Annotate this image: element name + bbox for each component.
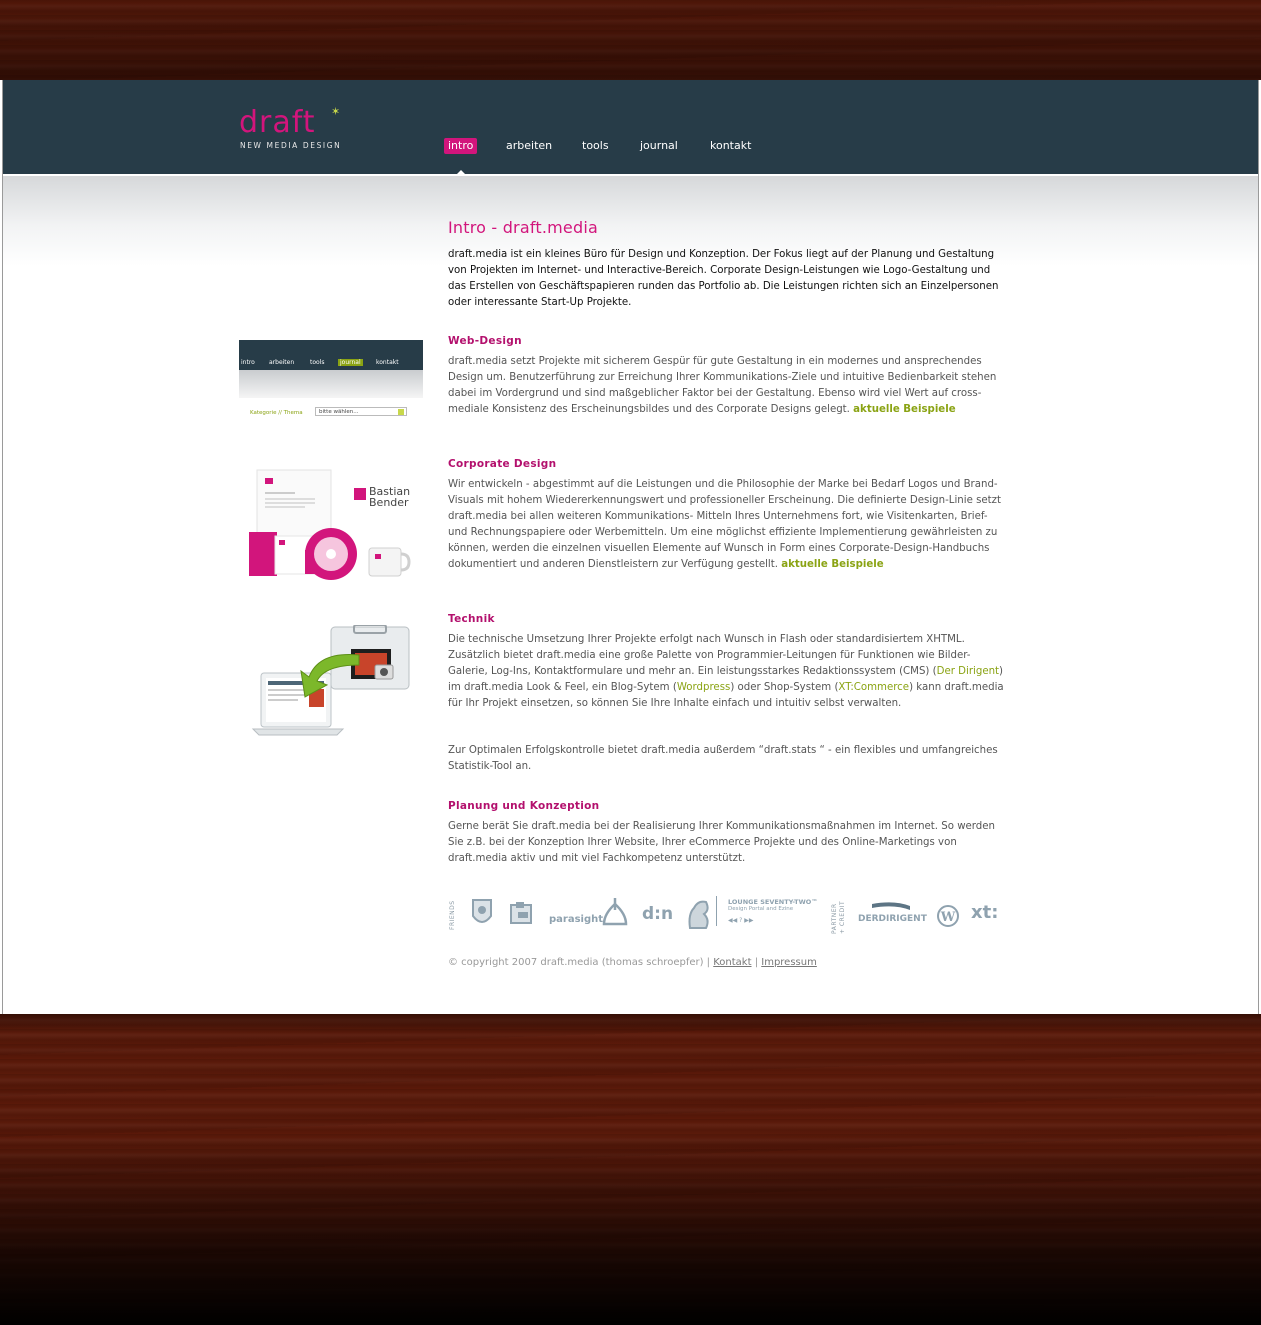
- parasight-badge[interactable]: parasight: [549, 914, 603, 925]
- footer-copyright: © copyright 2007 draft.media (thomas sch…: [448, 957, 714, 968]
- friends-partner-badges: FRIENDS parasight d:n LOUNGE SEVENTY-TWO…: [448, 890, 1008, 936]
- nav-tools[interactable]: tools: [578, 138, 613, 154]
- web-design-examples-link[interactable]: aktuelle Beispiele: [853, 404, 955, 415]
- section-text-corporate-design: Wir entwickeln - abgestimmt auf die Leis…: [448, 477, 1004, 573]
- der-dirigent-link[interactable]: Der Dirigent: [937, 666, 999, 677]
- corporate-design-illustration: [249, 469, 411, 580]
- xt-commerce-badge[interactable]: xt:: [971, 902, 998, 923]
- lounge-subtitle: Design Portal and Ezine: [728, 906, 794, 912]
- svg-text:W: W: [940, 910, 956, 925]
- thumb-kategorie-label: Kategorie // Thema: [250, 410, 303, 416]
- thumb-nav-item: arbeiten: [269, 359, 295, 366]
- technik-thumbnail: [239, 624, 423, 750]
- section-title-web-design: Web-Design: [448, 335, 522, 347]
- nav-intro[interactable]: intro: [444, 138, 478, 154]
- thumb-nav-item: kontakt: [376, 359, 399, 366]
- friends-label: FRIENDS: [449, 900, 456, 930]
- footer-impressum-link[interactable]: Impressum: [761, 957, 817, 968]
- intro-text: draft.media ist ein kleines Büro für Des…: [448, 249, 999, 308]
- castle-badge-icon[interactable]: [600, 896, 630, 930]
- site-header: draft ✶ NEW MEDIA DESIGN intro arbeiten …: [3, 80, 1258, 176]
- lounge-seventy-two-badge[interactable]: LOUNGE SEVENTY-TWO™ Design Portal and Ez…: [728, 898, 818, 924]
- wordpress-badge-icon[interactable]: W: [936, 904, 960, 932]
- thumb-shade: [239, 370, 423, 398]
- section-text-technik-stats: Zur Optimalen Erfolgskontrolle bietet dr…: [448, 745, 998, 772]
- footer-kontakt-link[interactable]: Kontakt: [713, 957, 751, 968]
- nav-journal[interactable]: journal: [636, 138, 682, 154]
- corporate-design-thumbnail: Bastian Bender: [239, 464, 423, 580]
- wood-background-top: [0, 0, 1261, 80]
- dn-badge[interactable]: d:n: [642, 904, 673, 924]
- derdirigent-label: DERDIRIGENT: [858, 914, 927, 924]
- credit-label: + CREDIT: [839, 900, 846, 934]
- section-text-planung: Gerne berät Sie draft.media bei der Real…: [448, 821, 995, 864]
- page-title: Intro - draft.media: [448, 218, 598, 237]
- lounge-title: LOUNGE SEVENTY-TWO™: [728, 898, 818, 906]
- puzzle-badge-icon[interactable]: [508, 900, 536, 932]
- technik-text-part1: Die technische Umsetzung Ihrer Projekte …: [448, 634, 971, 677]
- lounge-nav: ◀◀ ? ▶▶: [728, 917, 754, 924]
- nav-active-pointer: [457, 170, 465, 174]
- technik-text-part3: ) oder Shop-System (: [730, 682, 839, 693]
- logo-wordmark: draft: [239, 105, 316, 140]
- wood-background-bottom: [0, 1014, 1261, 1325]
- section-title-technik: Technik: [448, 613, 495, 625]
- badge-divider: [716, 896, 717, 926]
- section-text-web-design: draft.media setzt Projekte mit sicherem …: [448, 354, 1004, 418]
- logo-star-icon: ✶: [331, 105, 341, 118]
- logo-tagline: NEW MEDIA DESIGN: [240, 141, 342, 150]
- footer-separator: |: [751, 957, 762, 968]
- nav-arbeiten[interactable]: arbeiten: [502, 138, 556, 154]
- derdirigent-badge[interactable]: DERDIRIGENT: [858, 902, 927, 924]
- section-title-planung: Planung und Konzeption: [448, 800, 600, 812]
- footer: © copyright 2007 draft.media (thomas sch…: [448, 957, 817, 968]
- corporate-design-examples-link[interactable]: aktuelle Beispiele: [781, 559, 883, 570]
- section-text-technik: Die technische Umsetzung Ihrer Projekte …: [448, 632, 1004, 712]
- nav-kontakt[interactable]: kontakt: [706, 138, 755, 154]
- xt-commerce-link[interactable]: XT:Commerce: [838, 682, 909, 693]
- web-design-thumbnail: intro arbeiten tools journal kontakt Kat…: [239, 340, 423, 418]
- bastian-bender-logo: Bastian Bender: [369, 486, 410, 508]
- thumb-nav-item: intro: [241, 359, 255, 366]
- lion-badge-icon[interactable]: [686, 898, 712, 934]
- page-frame: draft ✶ NEW MEDIA DESIGN intro arbeiten …: [2, 80, 1259, 1014]
- thumb-nav-item-active: journal: [338, 359, 363, 366]
- wordpress-link[interactable]: Wordpress: [677, 682, 731, 693]
- thumb-select: bitte wählen...: [315, 407, 407, 416]
- corporate-design-text: Wir entwickeln - abgestimmt auf die Leis…: [448, 479, 1001, 570]
- crest-badge-icon[interactable]: [470, 896, 494, 934]
- technik-illustration: [251, 624, 410, 736]
- partner-label: PARTNER: [831, 903, 838, 934]
- brand-line2: Bender: [369, 496, 409, 509]
- section-title-corporate-design: Corporate Design: [448, 458, 557, 470]
- draft-logo[interactable]: draft ✶ NEW MEDIA DESIGN: [239, 106, 349, 152]
- thumb-nav-item: tools: [310, 359, 325, 366]
- thumb-nav-bar: intro arbeiten tools journal kontakt: [239, 340, 423, 370]
